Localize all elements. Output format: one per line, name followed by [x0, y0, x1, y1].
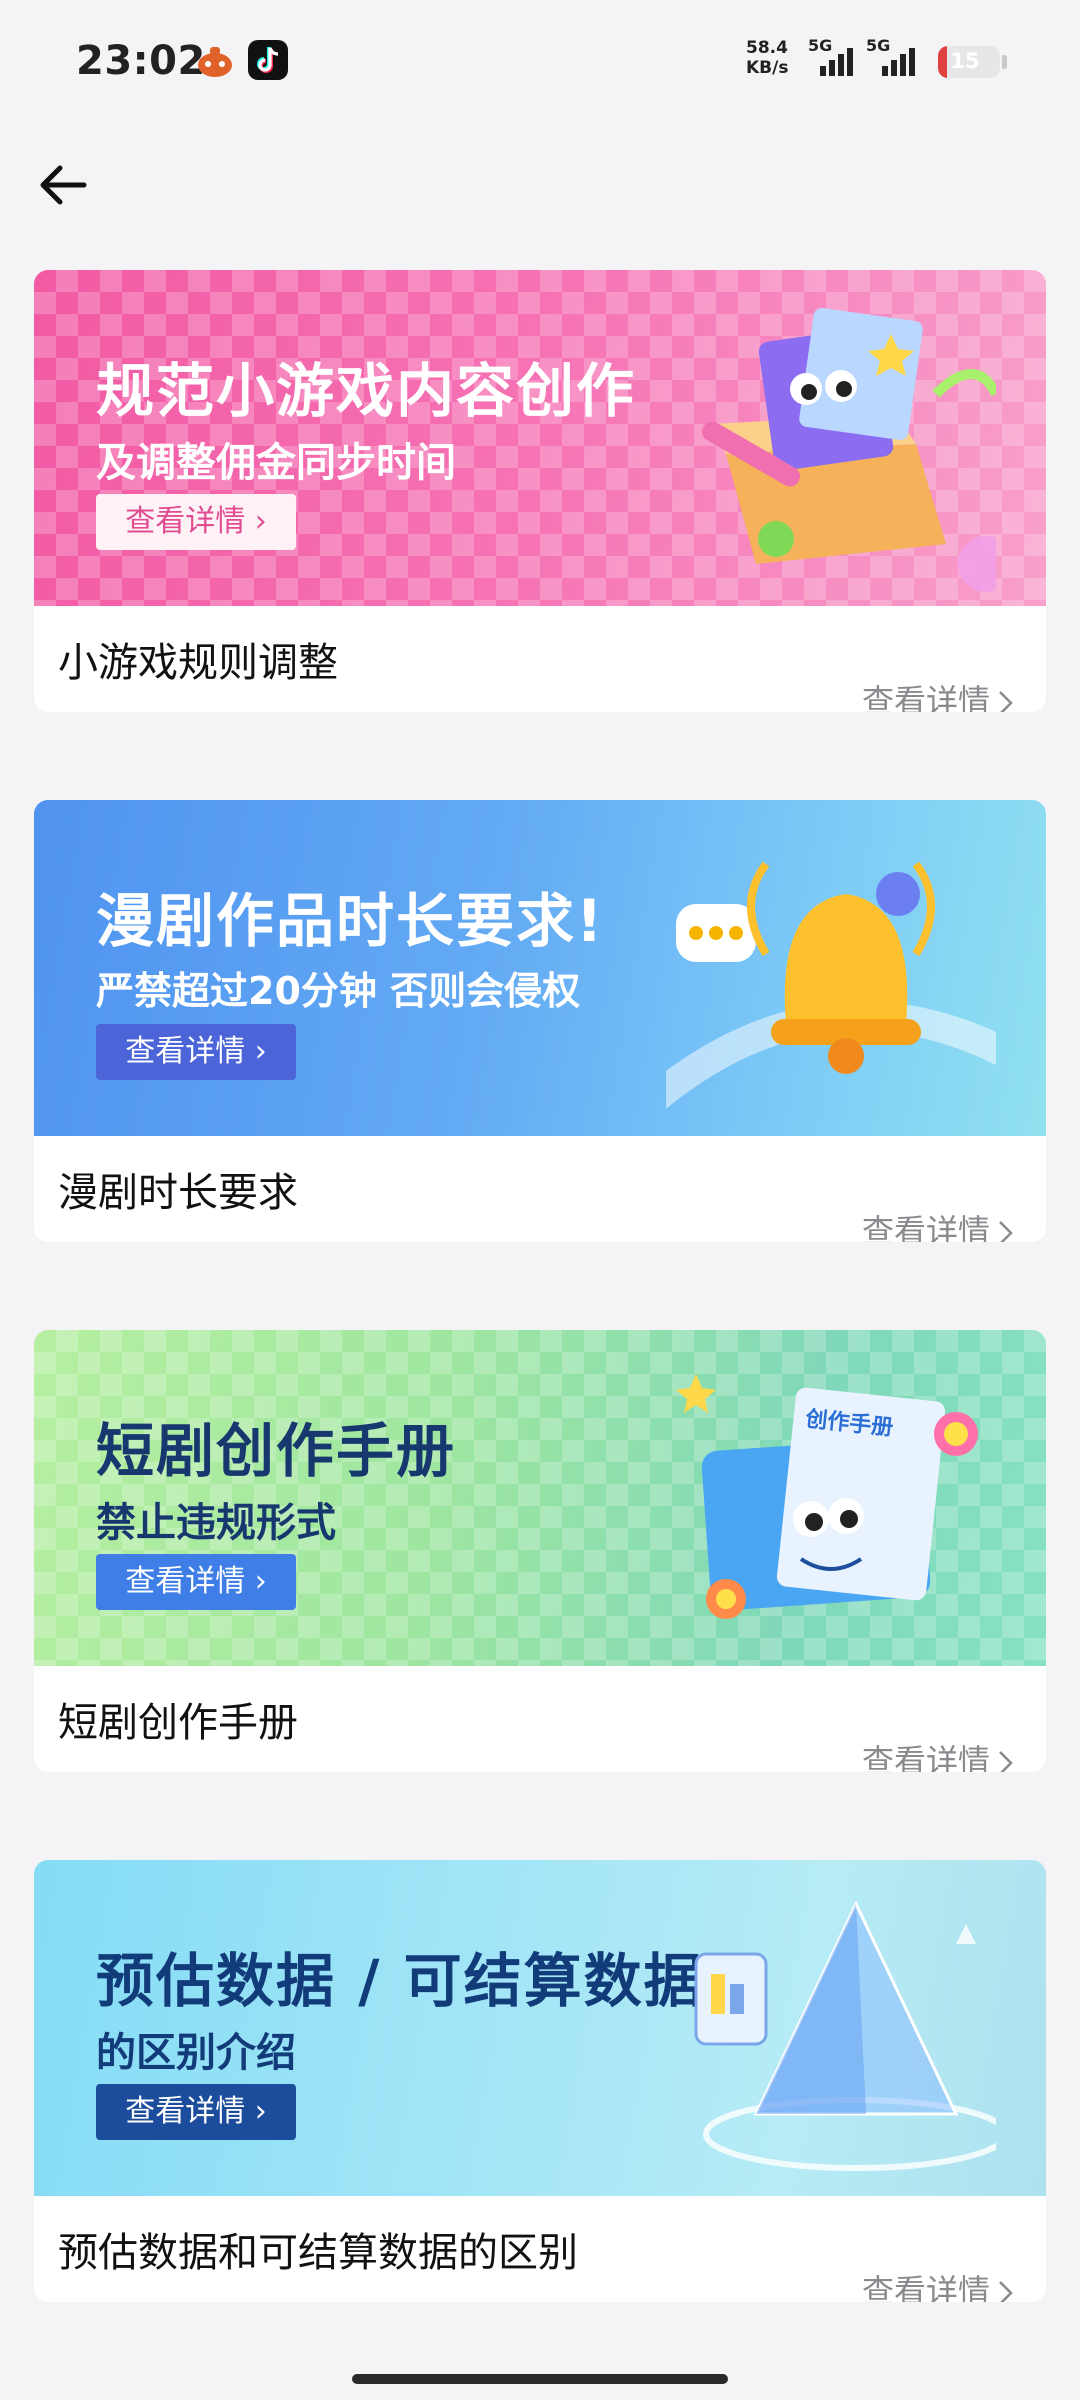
card-title: 短剧创作手册	[58, 1700, 298, 1746]
banner-detail-button[interactable]: 查看详情 ›	[96, 1554, 296, 1610]
article-card[interactable]: 预估数据 / 可结算数据 的区别介绍 查看详情 › 预估数据和可结算数据的区别 …	[34, 1860, 1046, 2302]
box-illustration-icon	[702, 307, 996, 592]
card-title: 预估数据和可结算数据的区别	[58, 2230, 578, 2276]
back-arrow-icon[interactable]	[34, 156, 92, 214]
banner-title: 预估数据 / 可结算数据	[96, 1947, 704, 2015]
bell-illustration-icon	[666, 861, 996, 1109]
view-details-link[interactable]: 查看详情	[862, 2266, 1016, 2302]
card-title: 小游戏规则调整	[58, 640, 338, 686]
battery-tip	[1002, 55, 1007, 69]
chevron-right-icon	[999, 691, 1013, 712]
banner-title: 漫剧作品时长要求!	[96, 887, 605, 955]
net-speed-unit: KB/s	[746, 58, 789, 78]
view-details-link[interactable]: 查看详情	[862, 1206, 1016, 1242]
net-type-2: 5G	[866, 36, 890, 55]
view-details-label: 查看详情	[861, 1742, 990, 1772]
view-details-label: 查看详情	[861, 2272, 990, 2302]
banner-subtitle: 禁止违规形式	[96, 1500, 336, 1546]
banner-subtitle: 的区别介绍	[96, 2030, 296, 2076]
card-banner[interactable]: 预估数据 / 可结算数据 的区别介绍 查看详情 ›	[34, 1860, 1046, 2196]
banner-subtitle: 及调整佣金同步时间	[96, 440, 456, 486]
banner-detail-button[interactable]: 查看详情 ›	[96, 1024, 296, 1080]
banner-title: 短剧创作手册	[96, 1417, 457, 1485]
home-indicator[interactable]	[352, 2374, 728, 2384]
net-speed-value: 58.4	[746, 38, 788, 58]
network-speed: 58.4 KB/s	[746, 38, 788, 78]
banner-detail-button[interactable]: 查看详情 ›	[96, 2084, 296, 2140]
status-bar: 23:02 58.4 KB/s 5G 5G 15	[0, 0, 1080, 120]
view-details-link[interactable]: 查看详情	[862, 1736, 1016, 1772]
card-title: 漫剧时长要求	[58, 1170, 298, 1216]
card-banner[interactable]: 漫剧作品时长要求! 严禁超过20分钟 否则会侵权 查看详情 ›	[34, 800, 1046, 1136]
signal-icon: 5G	[808, 36, 853, 76]
app-notification-icon	[198, 47, 232, 77]
view-details-label: 查看详情	[861, 682, 990, 712]
battery-icon: 15	[938, 46, 1000, 78]
view-details-link[interactable]: 查看详情	[862, 676, 1016, 712]
net-type-1: 5G	[808, 36, 832, 55]
battery-percent: 15	[950, 49, 980, 73]
banner-subtitle: 严禁超过20分钟 否则会侵权	[96, 969, 581, 1013]
article-card[interactable]: 规范小游戏内容创作 及调整佣金同步时间 查看详情 › 小游戏规则调整 查看详情	[34, 270, 1046, 712]
chevron-right-icon	[999, 1221, 1013, 1242]
card-banner[interactable]: 规范小游戏内容创作 及调整佣金同步时间 查看详情 ›	[34, 270, 1046, 606]
tiktok-icon	[248, 40, 288, 80]
banner-detail-button[interactable]: 查看详情 ›	[96, 494, 296, 550]
handbook-illustration-icon: 创作手册	[676, 1374, 978, 1619]
chevron-right-icon	[999, 2281, 1013, 2302]
pyramid-illustration-icon	[694, 1900, 996, 2171]
chevron-right-icon	[999, 1751, 1013, 1772]
article-card[interactable]: 短剧创作手册 禁止违规形式 查看详情 › 创作手册 短剧创作手册 查看详情	[34, 1330, 1046, 1772]
view-details-label: 查看详情	[861, 1212, 990, 1242]
article-card[interactable]: 漫剧作品时长要求! 严禁超过20分钟 否则会侵权 查看详情 › 漫剧时长要求 查…	[34, 800, 1046, 1242]
signal-icon: 5G	[866, 36, 915, 76]
card-banner[interactable]: 短剧创作手册 禁止违规形式 查看详情 › 创作手册	[34, 1330, 1046, 1666]
status-time: 23:02	[76, 38, 206, 84]
banner-title: 规范小游戏内容创作	[96, 357, 637, 425]
